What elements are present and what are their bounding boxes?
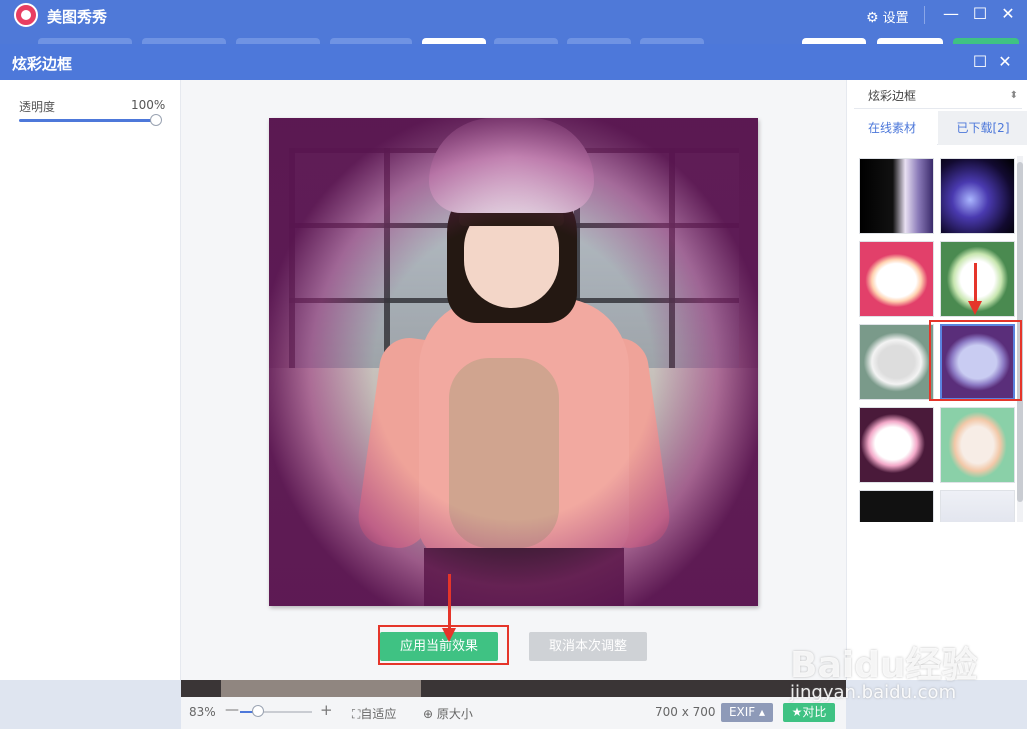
opacity-slider-track[interactable] xyxy=(19,119,157,122)
cancel-adjustment-button[interactable]: 取消本次调整 xyxy=(529,632,647,661)
material-tabs: 在线素材 已下载[2] xyxy=(847,111,1027,145)
opacity-value: 100% xyxy=(131,98,166,112)
compare-button[interactable]: ★对比 xyxy=(783,703,835,722)
frame-thumbnail[interactable] xyxy=(940,158,1015,234)
preview-canvas: 应用当前效果 取消本次调整 xyxy=(181,80,846,680)
arrow-down-icon xyxy=(968,263,982,315)
preview-photo xyxy=(269,118,758,606)
colorful-frame-overlay xyxy=(269,118,758,606)
app-title-bar: 美图秀秀 ⚙ 设置 — ☐ ✕ xyxy=(0,0,1027,44)
opacity-slider-thumb[interactable] xyxy=(150,114,162,126)
dialog-header: 炫彩边框 ☐ ✕ xyxy=(0,44,1027,80)
category-select[interactable]: 炫彩边框 ⬍ xyxy=(854,83,1022,109)
original-size-label: 原大小 xyxy=(436,707,473,721)
tab-online-materials[interactable]: 在线素材 xyxy=(847,111,937,145)
dialog-maximize-button[interactable]: ☐ xyxy=(970,52,990,71)
opacity-label: 透明度 xyxy=(19,100,56,114)
frame-thumbnail[interactable] xyxy=(859,158,934,234)
image-dimensions: 700 x 700 xyxy=(655,705,716,719)
frame-thumbnail[interactable] xyxy=(859,324,934,400)
frame-thumbnail[interactable] xyxy=(859,490,934,522)
zoom-percent: 83% xyxy=(189,705,216,719)
sort-caret-icon: ⬍ xyxy=(1009,90,1018,101)
arrow-down-icon xyxy=(442,574,456,642)
settings-label: 设置 xyxy=(882,11,909,26)
thumbnail-highlight-box xyxy=(929,320,1022,401)
category-value: 炫彩边框 xyxy=(868,89,917,103)
exif-button[interactable]: EXIF ▴ xyxy=(721,703,773,722)
gear-icon: ⚙ xyxy=(866,10,879,26)
maximize-button[interactable]: ☐ xyxy=(970,4,990,23)
zoom-slider-thumb[interactable] xyxy=(252,705,264,717)
bottom-left-strip xyxy=(0,680,181,729)
fit-label: 自适应 xyxy=(360,707,397,721)
zoom-out-button[interactable]: — xyxy=(225,702,239,718)
settings-button[interactable]: ⚙ 设置 xyxy=(866,7,909,26)
original-size-button[interactable]: ⊕ 原大小 xyxy=(423,705,473,722)
image-behind-dialog xyxy=(181,680,846,697)
frame-thumbnail[interactable] xyxy=(940,490,1015,522)
minimize-button[interactable]: — xyxy=(941,4,961,23)
close-button[interactable]: ✕ xyxy=(998,4,1018,23)
dialog-title: 炫彩边框 xyxy=(12,55,73,73)
fit-to-window-button[interactable]: ⛶自适应 xyxy=(352,705,396,722)
baidu-watermark: Baidu经验 xyxy=(790,645,978,686)
compare-label: 对比 xyxy=(802,705,827,719)
title-separator xyxy=(924,6,925,24)
star-icon: ★ xyxy=(791,705,803,719)
zoom-in-button[interactable]: + xyxy=(320,701,333,719)
app-title: 美图秀秀 xyxy=(47,8,108,26)
left-settings-panel: 透明度 100% xyxy=(0,80,181,680)
frame-thumbnail[interactable] xyxy=(859,241,934,317)
material-panel: 炫彩边框 ⬍ 在线素材 已下载[2] xyxy=(846,80,1027,680)
status-bar: 83% — + ⛶自适应 ⊕ 原大小 700 x 700 EXIF ▴ ★对比 xyxy=(181,697,846,729)
dialog-close-button[interactable]: ✕ xyxy=(995,52,1015,71)
tab-downloaded[interactable]: 已下载[2] xyxy=(938,111,1027,145)
baidu-watermark-url: jingyan.baidu.com xyxy=(790,682,957,703)
frame-thumbnail[interactable] xyxy=(940,407,1015,483)
meitu-logo-icon xyxy=(14,3,38,27)
magnifier-icon: ⊕ xyxy=(423,707,434,721)
frame-thumbnail[interactable] xyxy=(859,407,934,483)
